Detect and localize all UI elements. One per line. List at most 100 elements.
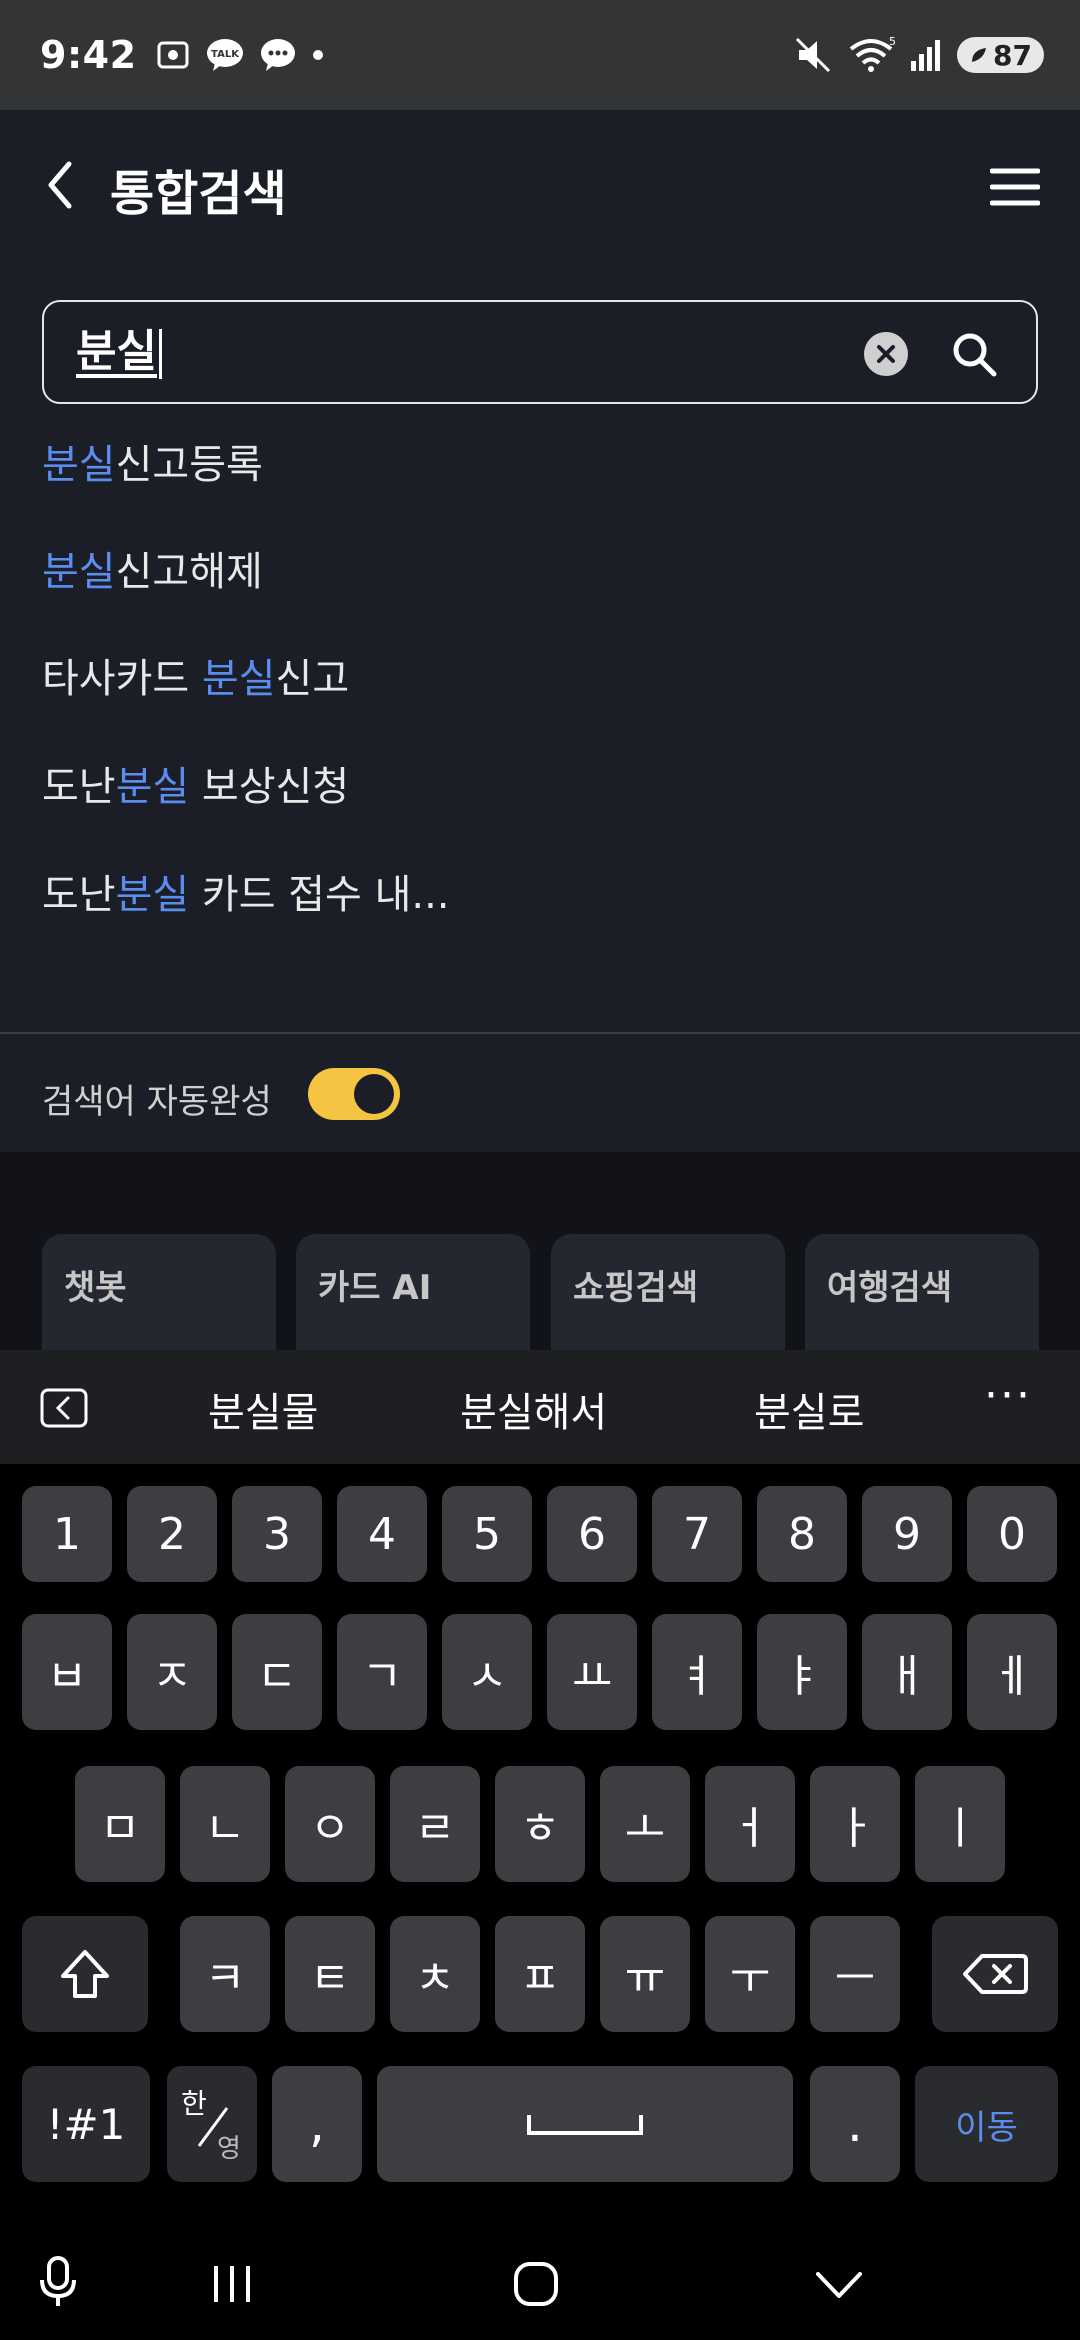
key-ieung[interactable]: ㅇ <box>285 1766 375 1882</box>
search-query: 분실 <box>76 322 162 382</box>
autocomplete-setting: 검색어 자동완성 <box>0 1034 1080 1158</box>
key-tieut[interactable]: ㅌ <box>285 1916 375 2032</box>
key-yeo[interactable]: ㅕ <box>652 1614 742 1730</box>
svg-text:5: 5 <box>889 35 895 48</box>
key-6[interactable]: 6 <box>547 1486 637 1582</box>
suggestion-highlight: 분실 <box>115 872 190 918</box>
lang-key-secondary: 영 <box>217 2134 241 2164</box>
space-icon <box>527 2115 643 2135</box>
app-area: 통합검색 분실 분실신고등록 분실신고해제 타사카드 분실신고 도난분실 보상신… <box>0 110 1080 1374</box>
status-right: 5 87 <box>793 35 1044 75</box>
search-input[interactable]: 분실 <box>42 300 1038 404</box>
key-jieut[interactable]: ㅈ <box>127 1614 217 1730</box>
card-label: 챗봇 <box>64 1268 127 1308</box>
key-9[interactable]: 9 <box>862 1486 952 1582</box>
chevron-down-icon[interactable] <box>814 2268 864 2302</box>
text-caret <box>158 329 162 379</box>
language-key[interactable]: 한 영 <box>167 2066 257 2182</box>
key-giyeok[interactable]: ㄱ <box>337 1614 427 1730</box>
status-time: 9:42 <box>40 33 137 77</box>
period-key[interactable]: . <box>810 2066 900 2182</box>
key-e[interactable]: ㅔ <box>967 1614 1057 1730</box>
autocomplete-toggle[interactable] <box>308 1068 400 1120</box>
talk-icon: TALK <box>206 39 243 71</box>
key-hieut[interactable]: ㅎ <box>495 1766 585 1882</box>
clear-search-button[interactable] <box>864 332 908 376</box>
key-siot[interactable]: ㅅ <box>442 1614 532 1730</box>
key-eu[interactable]: ㅡ <box>810 1916 900 2032</box>
key-u[interactable]: ㅜ <box>705 1916 795 2032</box>
key-7[interactable]: 7 <box>652 1486 742 1582</box>
search-query-text: 분실 <box>76 326 157 377</box>
message-icon <box>260 39 295 71</box>
key-chieut[interactable]: ㅊ <box>390 1916 480 2032</box>
prediction-1[interactable]: 분실물 <box>208 1380 318 1438</box>
microphone-icon[interactable] <box>36 2254 80 2310</box>
suggestion-item[interactable]: 분실신고해제 <box>42 539 263 597</box>
keyboard-collapse-button[interactable] <box>40 1388 88 1428</box>
key-digeut[interactable]: ㄷ <box>232 1614 322 1730</box>
key-i[interactable]: ㅣ <box>915 1766 1005 1882</box>
recent-apps-icon[interactable] <box>210 2262 254 2306</box>
screenshot-icon <box>157 41 189 69</box>
key-2[interactable]: 2 <box>127 1486 217 1582</box>
key-ya[interactable]: ㅑ <box>757 1614 847 1730</box>
suggestion-item[interactable]: 도난분실 보상신청 <box>42 754 349 812</box>
suggestion-item[interactable]: 분실신고등록 <box>42 432 263 490</box>
search-button[interactable] <box>944 324 1004 384</box>
suggestion-highlight: 분실 <box>115 764 190 810</box>
backspace-key[interactable] <box>932 1916 1058 2032</box>
suggestion-suffix: 신고해제 <box>115 549 263 595</box>
menu-button[interactable] <box>980 152 1050 222</box>
keyboard-toolbar: 분실물 분실해서 분실로 ··· <box>0 1350 1080 1464</box>
comma-key[interactable]: , <box>272 2066 362 2182</box>
prediction-2[interactable]: 분실해서 <box>460 1380 607 1438</box>
battery-level: 87 <box>993 38 1032 72</box>
key-0[interactable]: 0 <box>967 1486 1057 1582</box>
key-nieun[interactable]: ㄴ <box>180 1766 270 1882</box>
key-yo[interactable]: ㅛ <box>547 1614 637 1730</box>
key-1[interactable]: 1 <box>22 1486 112 1582</box>
back-button[interactable] <box>30 150 90 220</box>
suggestion-suffix: 보상신청 <box>189 764 350 810</box>
space-key[interactable] <box>377 2066 793 2182</box>
shift-key[interactable] <box>22 1916 148 2032</box>
key-8[interactable]: 8 <box>757 1486 847 1582</box>
close-icon <box>877 345 895 363</box>
card-label: 쇼핑검색 <box>573 1268 699 1308</box>
key-5[interactable]: 5 <box>442 1486 532 1582</box>
autocomplete-label: 검색어 자동완성 <box>42 1082 272 1122</box>
key-yu[interactable]: ㅠ <box>600 1916 690 2032</box>
toggle-knob <box>354 1074 394 1114</box>
key-4[interactable]: 4 <box>337 1486 427 1582</box>
prediction-3[interactable]: 분실로 <box>754 1380 864 1438</box>
key-eo[interactable]: ㅓ <box>705 1766 795 1882</box>
battery-indicator: 87 <box>957 37 1044 73</box>
notification-icons: TALK <box>155 37 325 73</box>
key-o[interactable]: ㅗ <box>600 1766 690 1882</box>
more-predictions-button[interactable]: ··· <box>984 1370 1032 1421</box>
home-icon[interactable] <box>512 2260 560 2308</box>
hamburger-icon <box>990 168 1040 206</box>
key-mieum[interactable]: ㅁ <box>75 1766 165 1882</box>
go-key[interactable]: 이동 <box>915 2066 1058 2182</box>
search-icon <box>953 333 997 377</box>
suggestion-item[interactable]: 도난분실 카드 접수 내... <box>42 862 450 920</box>
suggestion-item[interactable]: 타사카드 분실신고 <box>42 646 349 704</box>
key-3[interactable]: 3 <box>232 1486 322 1582</box>
suggestion-highlight: 분실 <box>201 656 276 702</box>
key-rieul[interactable]: ㄹ <box>390 1766 480 1882</box>
page-title: 통합검색 <box>110 166 287 222</box>
key-pieup[interactable]: ㅍ <box>495 1916 585 2032</box>
key-bieup[interactable]: ㅂ <box>22 1614 112 1730</box>
key-a[interactable]: ㅏ <box>810 1766 900 1882</box>
symbols-key[interactable]: !#1 <box>22 2066 150 2182</box>
battery-saver-icon <box>972 48 987 62</box>
chevron-left-box-icon <box>40 1388 88 1428</box>
suggestion-suffix: 카드 접수 내... <box>189 872 450 918</box>
suggestion-suffix: 신고등록 <box>115 442 263 488</box>
key-kieuk[interactable]: ㅋ <box>180 1916 270 2032</box>
shift-icon <box>61 1950 109 1998</box>
card-label: 카드 AI <box>318 1268 432 1308</box>
key-ae[interactable]: ㅐ <box>862 1614 952 1730</box>
